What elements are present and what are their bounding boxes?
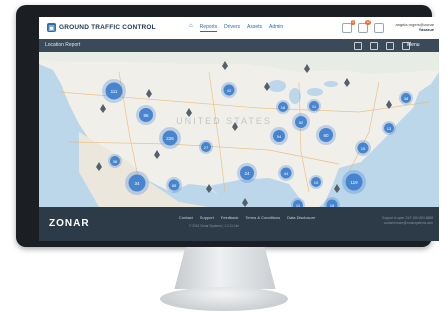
cluster-count: 27 xyxy=(204,145,209,150)
cluster-count: 15 xyxy=(361,146,366,151)
nav-drivers[interactable]: Drivers xyxy=(224,24,240,32)
footer-link-terms[interactable]: Terms & Conditions xyxy=(245,215,280,220)
nav-admin[interactable]: Admin xyxy=(269,24,283,32)
alerts-badge: 3 xyxy=(351,20,355,25)
support-email[interactable]: customercare@zonarsystems.com xyxy=(357,221,433,226)
map-cluster[interactable]: 86 xyxy=(136,105,156,125)
map-cluster[interactable]: 226 xyxy=(159,127,181,149)
app-logo[interactable]: ▣ GROUND TRAFFIC CONTROL xyxy=(47,22,156,33)
map-cluster[interactable]: 44 xyxy=(278,165,294,181)
map-lake xyxy=(324,81,338,87)
cluster-count: 13 xyxy=(387,126,392,131)
cluster-count: 18 xyxy=(281,105,286,110)
map-view[interactable]: UNITED STATES 111 42 86 18 226 27 54 52 … xyxy=(39,52,439,207)
zonar-logo: ZONAR xyxy=(49,218,90,229)
app-footer: ZONAR Contact Support Feedback Terms & C… xyxy=(39,207,439,241)
cluster-count: 86 xyxy=(143,113,149,118)
map-watermark: UNITED STATES xyxy=(176,116,272,126)
cluster-count: 38 xyxy=(404,96,409,101)
map-lake xyxy=(307,88,323,96)
cluster-count: 85 xyxy=(172,183,177,188)
main-nav: ⌂ Reports Drivers Assets Admin xyxy=(189,23,283,32)
monitor-stand-base xyxy=(160,287,288,311)
map-cluster[interactable]: 111 xyxy=(102,79,126,103)
logo-icon: ▣ xyxy=(47,23,56,32)
map-cluster[interactable]: 10 xyxy=(309,175,323,189)
map-cluster[interactable]: 42 xyxy=(221,82,237,98)
page-header: Location Report Menu xyxy=(39,39,439,52)
page-title: Location Report xyxy=(45,42,81,48)
cluster-count: 111 xyxy=(111,89,118,94)
messages-badge: 12 xyxy=(365,20,371,25)
cluster-count: 44 xyxy=(284,171,289,176)
monitor-bezel: ▣ GROUND TRAFFIC CONTROL ⌂ Reports Drive… xyxy=(16,5,439,247)
page-tools xyxy=(354,42,410,50)
cluster-count: 54 xyxy=(277,134,282,139)
top-navigation-bar: ▣ GROUND TRAFFIC CONTROL ⌂ Reports Drive… xyxy=(39,17,439,40)
map-cluster[interactable]: 34 xyxy=(125,171,149,195)
map-cluster[interactable]: 52 xyxy=(292,113,310,131)
cluster-count: 24 xyxy=(244,171,250,176)
home-icon[interactable]: ⌂ xyxy=(189,23,193,32)
footer-support-info: Support is open 24/7: 800-800-8888 custo… xyxy=(357,216,433,226)
calendar-icon[interactable] xyxy=(354,42,362,50)
footer-link-feedback[interactable]: Feedback xyxy=(221,215,239,220)
map-cluster[interactable]: 24 xyxy=(237,163,257,183)
footer-links: Contact Support Feedback Terms & Conditi… xyxy=(179,215,315,220)
cluster-count: 36 xyxy=(113,159,118,164)
nav-assets[interactable]: Assets xyxy=(247,24,262,32)
map-cluster[interactable]: 54 xyxy=(270,127,288,145)
map-cluster[interactable]: 15 xyxy=(355,140,371,156)
map-cluster[interactable]: 18 xyxy=(276,100,290,114)
user-role: Yasarue xyxy=(418,27,434,32)
cluster-count: 42 xyxy=(227,88,232,93)
monitor-stand-neck xyxy=(174,247,276,289)
header-icons: 3 12 xyxy=(342,20,384,33)
print-icon[interactable] xyxy=(386,42,394,50)
cluster-count: 52 xyxy=(299,120,304,125)
menu-button[interactable]: Menu xyxy=(407,42,420,48)
layers-icon[interactable] xyxy=(370,42,378,50)
map-cluster[interactable]: 13 xyxy=(382,121,396,135)
nav-reports[interactable]: Reports xyxy=(199,24,218,32)
cluster-count: 10 xyxy=(314,180,319,185)
map-cluster[interactable]: 36 xyxy=(108,154,122,168)
cluster-count: 119 xyxy=(350,180,358,185)
cluster-count: 34 xyxy=(134,181,140,186)
app-title: GROUND TRAFFIC CONTROL xyxy=(59,24,156,31)
us-map: UNITED STATES 111 42 86 18 226 27 54 52 … xyxy=(39,52,439,207)
footer-copyright: © 2016 Zonar Systems | 1.2.11.14e xyxy=(189,224,240,228)
map-cluster[interactable]: 85 xyxy=(166,177,182,193)
map-cluster[interactable]: 119 xyxy=(342,170,366,194)
alerts-icon[interactable]: 3 xyxy=(342,20,355,33)
location-pin xyxy=(334,184,340,193)
map-lake xyxy=(268,80,286,92)
app-screen: ▣ GROUND TRAFFIC CONTROL ⌂ Reports Drive… xyxy=(39,17,439,241)
map-cluster[interactable]: 38 xyxy=(399,91,413,105)
map-cluster[interactable]: 27 xyxy=(199,140,213,154)
footer-link-contact[interactable]: Contact xyxy=(179,215,193,220)
map-cluster[interactable]: 60 xyxy=(316,125,336,145)
map-cluster[interactable]: 11 xyxy=(307,99,321,113)
messages-icon[interactable]: 12 xyxy=(358,20,371,33)
cluster-count: 226 xyxy=(166,136,174,141)
footer-link-support[interactable]: Support xyxy=(200,215,214,220)
settings-icon[interactable] xyxy=(374,23,384,33)
cluster-count: 60 xyxy=(323,133,329,138)
footer-link-data-disclosure[interactable]: Data Disclosure xyxy=(287,215,315,220)
user-menu[interactable]: angela.rogers@zonar Yasarue xyxy=(388,22,434,32)
